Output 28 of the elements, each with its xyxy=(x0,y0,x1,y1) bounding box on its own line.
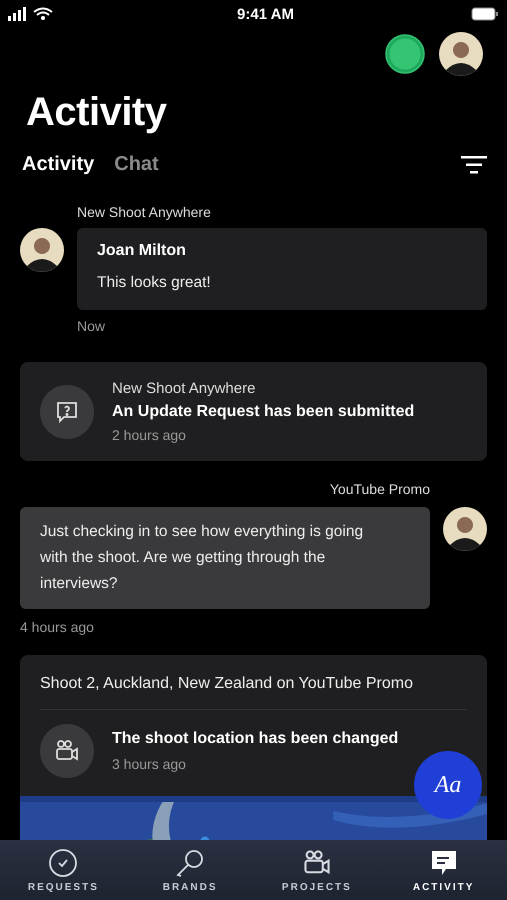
nav-tab[interactable]: ACTIVITY xyxy=(388,848,499,892)
nav-tab[interactable]: PROJECTS xyxy=(262,848,372,892)
timestamp: Now xyxy=(77,318,106,334)
profile-avatar xyxy=(439,32,483,76)
status-time: 9:41 AM xyxy=(237,6,294,22)
magnifier-icon xyxy=(175,848,206,878)
project-label: YouTube Promo xyxy=(330,481,430,497)
avatar xyxy=(20,228,64,272)
tab[interactable]: Activity xyxy=(22,153,94,176)
avatar xyxy=(443,507,487,551)
check-circle-icon xyxy=(48,848,78,878)
card-heading: Shoot 2, Auckland, New Zealand on YouTube Promo xyxy=(40,675,414,693)
activity-title: An Update Request has been submitted xyxy=(112,403,414,421)
nav-tab[interactable]: REQUESTS xyxy=(8,848,118,892)
message-text: Just checking in to see how everything is going with the shoot. Are we getting through the interviews? xyxy=(40,522,364,594)
filter-icon[interactable] xyxy=(461,156,487,174)
activity-title: The shoot location has been changed xyxy=(112,730,398,748)
author-name: Joan Milton xyxy=(97,242,187,260)
timestamp: 2 hours ago xyxy=(112,427,187,443)
project-label: New Shoot Anywhere xyxy=(112,380,256,397)
tab[interactable]: Chat xyxy=(114,153,159,176)
page-title: Activity xyxy=(26,90,168,135)
timestamp: 3 hours ago xyxy=(112,756,187,772)
project-label: New Shoot Anywhere xyxy=(77,204,212,220)
message-text: This looks great! xyxy=(97,273,212,293)
battery-icon xyxy=(471,7,499,21)
nav-tab[interactable]: BRANDS xyxy=(135,848,246,892)
timestamp: 4 hours ago xyxy=(20,619,95,635)
